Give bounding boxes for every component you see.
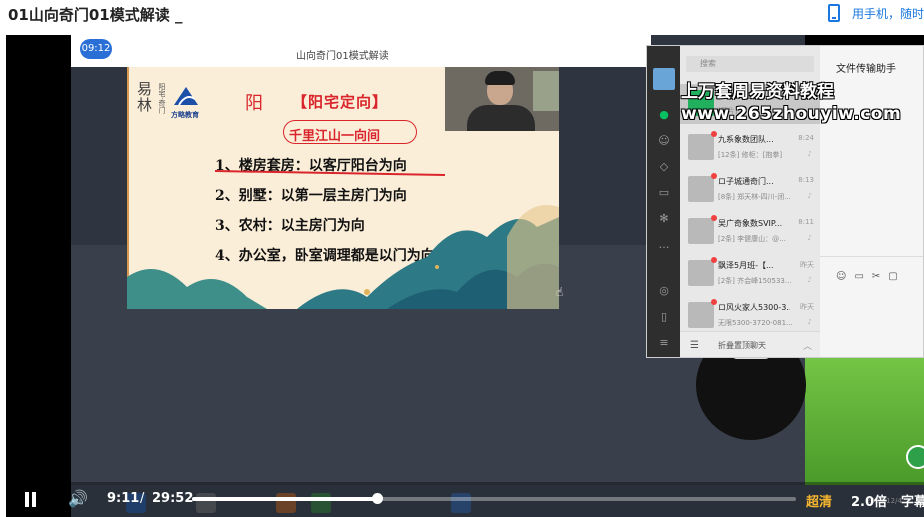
video-title: 01山向奇门01模式解读 _ [8,6,183,24]
slide-logo-subtitle: 阳宅·奇门 [158,83,166,114]
search-input[interactable]: 搜索 [686,56,814,72]
progress-handle[interactable] [372,493,384,504]
list-item[interactable]: ロ风火家人5300-3... 无限5300-3720-081... 昨天 ♪ [680,296,820,336]
chevron-up-icon: ︿ [802,342,812,352]
page: 01山向奇门01模式解读 _ 用手机，随时 09:12 山向奇门01模式解读 易… [0,0,924,517]
history-icon[interactable]: ▢ [888,271,897,282]
mute-icon: ♪ [807,318,812,326]
progress-fill [192,497,378,501]
box-icon[interactable]: ◇ [657,160,671,174]
more-icon[interactable]: … [657,238,671,252]
mouse-cursor-icon: ☝ [556,285,564,299]
folder-icon[interactable]: ▭ [657,186,671,200]
file-icon[interactable]: ▭ [854,271,863,282]
mute-icon: ♪ [807,192,812,200]
unread-dot [711,173,717,179]
mountain-illustration [127,205,559,309]
mobile-watch-link[interactable]: 用手机，随时 [827,3,924,23]
wechat-sidebar: ● ☺ ◇ ▭ ✻ … ◎ ▯ ≡ [647,46,680,357]
brand-name: 方略教育 [171,111,199,119]
user-avatar[interactable] [653,68,675,90]
player-controls: 🔊 9:11 / 29:52 超清 2.0倍 字幕 [6,482,924,517]
chat-title: 文件传输助手 [836,64,896,75]
mute-icon: ♪ [807,150,812,158]
list-item[interactable]: 吴广奇象数SVIP... [2条] 李健康山：@... 8:11 ♪ [680,212,820,252]
chat-icon[interactable]: ● [657,108,671,122]
progress-bar[interactable] [192,493,796,504]
folded-pinned-label: 折叠置顶聊天 [718,341,766,350]
watermark-line-1: 上万套周易资料教程 [681,82,834,102]
conversation-snippet: [8条] 郑天林-四川-闭... [718,193,791,201]
compass-icon[interactable]: ◎ [657,284,671,298]
presenter-webcam [445,67,559,131]
subtitles-button[interactable]: 字幕 [901,491,924,510]
conversation-name: 飘泽5月班-【... [718,261,774,270]
watermark-line-2: www.265zhouyiw.com [681,104,902,124]
conversation-snippet: [2条] 齐会峰150533... [718,277,792,285]
group-avatar [688,173,717,202]
pause-button[interactable] [24,492,38,507]
folded-pinned-chats[interactable]: ☰ 折叠置顶聊天 ︿ [680,331,820,357]
webcam-window [533,71,559,111]
mobile-watch-label: 用手机，随时 [851,6,924,21]
volume-icon[interactable]: 🔊 [68,490,90,508]
current-time: 9:11 [107,491,140,506]
conversation-name: 吴广奇象数SVIP... [718,219,783,228]
conversation-name: ロ风火家人5300-3... [718,303,790,312]
group-avatar [688,131,717,160]
conversation-time: 8:24 [798,134,814,142]
list-item[interactable]: ロ子城通奇门... [8条] 郑天林-四川-闭... 8:13 ♪ [680,170,820,210]
unread-dot [711,131,717,137]
mute-icon: ♪ [807,276,812,284]
slide-heading-prefix: 阳 [245,93,263,114]
menu-icon[interactable]: ≡ [657,336,671,350]
conversation-name: ロ子城通奇门... [718,177,774,186]
group-avatar [688,257,717,286]
group-avatar [688,299,717,328]
phone-icon [827,4,840,22]
conversation-time: 昨天 [800,261,814,269]
meeting-title: 山向奇门01模式解读 [296,51,389,62]
time-separator: / [140,491,145,506]
conversation-snippet: [12条] 修柜：[抱拳] [718,151,783,159]
side-badge-icon [906,445,924,469]
phone-icon[interactable]: ▯ [657,310,671,324]
slide-logo-text: 易林 [137,80,153,114]
conversation-time: 昨天 [800,303,814,311]
slide-subheading: 千里江山一向间 [289,129,381,144]
mute-icon: ♪ [807,234,812,242]
brand-logo-icon [174,87,198,106]
contacts-icon[interactable]: ☺ [657,134,671,148]
title-bar: 01山向奇门01模式解读 _ 用手机，随时 [0,0,924,28]
chat-divider [820,256,923,257]
presenter-body [467,105,535,131]
conversation-name: 九系象数团队... [718,135,774,144]
unread-dot [711,215,717,221]
conversation-snippet: [2条] 李健康山：@... [718,235,786,243]
quality-button[interactable]: 超清 [806,491,832,510]
conversation-snippet: 无限5300-3720-081... [718,319,793,327]
speed-button[interactable]: 2.0倍 [851,491,887,510]
presenter-hair [485,71,515,85]
conversation-time: 8:11 [798,218,814,226]
list-item[interactable]: 飘泽5月班-【... [2条] 齐会峰150533... 昨天 ♪ [680,254,820,294]
slide-heading: 【阳宅定向】 [292,93,389,111]
chat-pane: 文件传输助手 ☺ ▭ ✂ ▢ [820,46,923,357]
list-icon: ☰ [690,340,699,351]
group-avatar [688,215,717,244]
presentation-slide: 易林 阳宅·奇门 方略教育 阳 【阳宅定向】 千里江山一向间 1、楼房套房：以客… [127,67,559,309]
settings-icon[interactable]: ✻ [657,212,671,226]
list-item[interactable]: 九系象数团队... [12条] 修柜：[抱拳] 8:24 ♪ [680,128,820,168]
unread-dot [711,299,717,305]
emoji-icon[interactable]: ☺ [836,271,846,282]
meeting-timer: 09:12 [80,39,112,59]
total-time: 29:52 [152,491,194,506]
video-player[interactable]: 09:12 山向奇门01模式解读 易林 阳宅·奇门 方略教育 阳 【阳宅定向】 … [6,35,924,517]
unread-dot [711,257,717,263]
chat-toolbar: ☺ ▭ ✂ ▢ [836,271,898,282]
scissors-icon[interactable]: ✂ [872,271,880,282]
conversation-time: 8:13 [798,176,814,184]
